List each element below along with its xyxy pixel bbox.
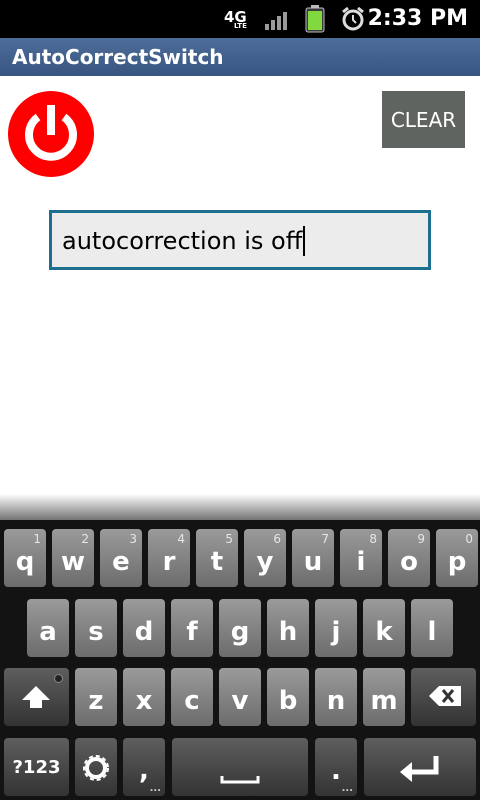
key-x[interactable]: x xyxy=(123,668,165,726)
key-r[interactable]: 4r xyxy=(148,529,190,587)
text-input-value: autocorrection is off xyxy=(62,227,303,255)
comma-key[interactable]: , ... xyxy=(123,738,165,796)
key-label: s xyxy=(88,617,104,647)
key-label: w xyxy=(60,547,86,577)
key-v[interactable]: v xyxy=(219,668,261,726)
key-o[interactable]: 9o xyxy=(388,529,430,587)
period-key[interactable]: . ... xyxy=(315,738,357,796)
key-label: j xyxy=(331,617,341,647)
key-hint: 9 xyxy=(417,532,425,546)
key-label: r xyxy=(162,547,176,577)
key-w[interactable]: 2w xyxy=(52,529,94,587)
key-q[interactable]: 1q xyxy=(4,529,46,587)
key-label: b xyxy=(278,686,298,716)
key-l[interactable]: l xyxy=(411,599,453,657)
keyboard-shadow xyxy=(0,494,480,520)
key-m[interactable]: m xyxy=(363,668,405,726)
key-p[interactable]: 0p xyxy=(436,529,478,587)
key-label: f xyxy=(186,617,198,647)
alarm-clock-icon xyxy=(342,6,364,31)
key-j[interactable]: j xyxy=(315,599,357,657)
key-label: g xyxy=(230,617,250,647)
key-n[interactable]: n xyxy=(315,668,357,726)
key-label: l xyxy=(427,617,437,647)
key-label: m xyxy=(370,686,398,716)
key-label: y xyxy=(256,547,274,577)
key-label: v xyxy=(231,686,249,716)
key-u[interactable]: 7u xyxy=(292,529,334,587)
symbols-key[interactable]: ?123 xyxy=(4,738,69,796)
key-hint: 6 xyxy=(273,532,281,546)
key-hint: 4 xyxy=(177,532,185,546)
power-icon xyxy=(25,105,77,161)
key-hint: 1 xyxy=(33,532,41,546)
key-label: t xyxy=(210,547,224,577)
key-label: d xyxy=(134,617,154,647)
backspace-icon xyxy=(429,686,461,706)
settings-key[interactable] xyxy=(75,738,117,796)
key-label: z xyxy=(88,686,104,716)
period-more-hint: ... xyxy=(341,783,353,794)
shift-key[interactable] xyxy=(4,668,69,726)
key-label: q xyxy=(15,547,35,577)
app-title: AutoCorrectSwitch xyxy=(0,38,480,76)
shift-indicator xyxy=(54,674,63,683)
key-label: a xyxy=(39,617,57,647)
key-y[interactable]: 6y xyxy=(244,529,286,587)
key-g[interactable]: g xyxy=(219,599,261,657)
network-4g-icon: 4G LTE xyxy=(224,8,247,30)
key-h[interactable]: h xyxy=(267,599,309,657)
text-cursor xyxy=(303,226,306,256)
enter-key[interactable] xyxy=(364,738,476,796)
key-s[interactable]: s xyxy=(75,599,117,657)
space-icon xyxy=(220,776,260,784)
key-i[interactable]: 8i xyxy=(340,529,382,587)
soft-keyboard: 1q2w3e4r5t6y7u8i9o0p asdfghjkl zxcvbnm ?… xyxy=(0,520,480,800)
space-key[interactable] xyxy=(172,738,308,796)
key-hint: 3 xyxy=(129,532,137,546)
key-label: u xyxy=(303,547,323,577)
enter-icon xyxy=(400,756,439,782)
key-c[interactable]: c xyxy=(171,668,213,726)
key-label: e xyxy=(112,547,130,577)
backspace-key[interactable] xyxy=(411,668,476,726)
battery-icon xyxy=(305,5,325,33)
key-t[interactable]: 5t xyxy=(196,529,238,587)
settings-gear-icon xyxy=(83,755,109,781)
key-hint: 0 xyxy=(465,532,473,546)
key-label: c xyxy=(184,686,200,716)
key-hint: 5 xyxy=(225,532,233,546)
status-bar: 4G LTE 2:33 PM xyxy=(0,0,480,38)
key-label: i xyxy=(356,547,366,577)
clear-button[interactable]: CLEAR xyxy=(382,91,465,148)
autocorrect-power-toggle[interactable] xyxy=(8,91,94,177)
key-label: h xyxy=(278,617,298,647)
key-label: o xyxy=(400,547,418,577)
text-input[interactable]: autocorrection is off xyxy=(49,210,431,270)
key-label: n xyxy=(326,686,346,716)
key-z[interactable]: z xyxy=(75,668,117,726)
key-d[interactable]: d xyxy=(123,599,165,657)
key-hint: 7 xyxy=(321,532,329,546)
key-label: p xyxy=(447,547,467,577)
key-e[interactable]: 3e xyxy=(100,529,142,587)
signal-icon xyxy=(265,12,287,30)
key-label: x xyxy=(135,686,153,716)
key-label: k xyxy=(375,617,393,647)
status-time: 2:33 PM xyxy=(367,6,468,31)
key-f[interactable]: f xyxy=(171,599,213,657)
key-hint: 8 xyxy=(369,532,377,546)
key-a[interactable]: a xyxy=(27,599,69,657)
key-b[interactable]: b xyxy=(267,668,309,726)
comma-more-hint: ... xyxy=(149,783,161,794)
key-hint: 2 xyxy=(81,532,89,546)
key-k[interactable]: k xyxy=(363,599,405,657)
